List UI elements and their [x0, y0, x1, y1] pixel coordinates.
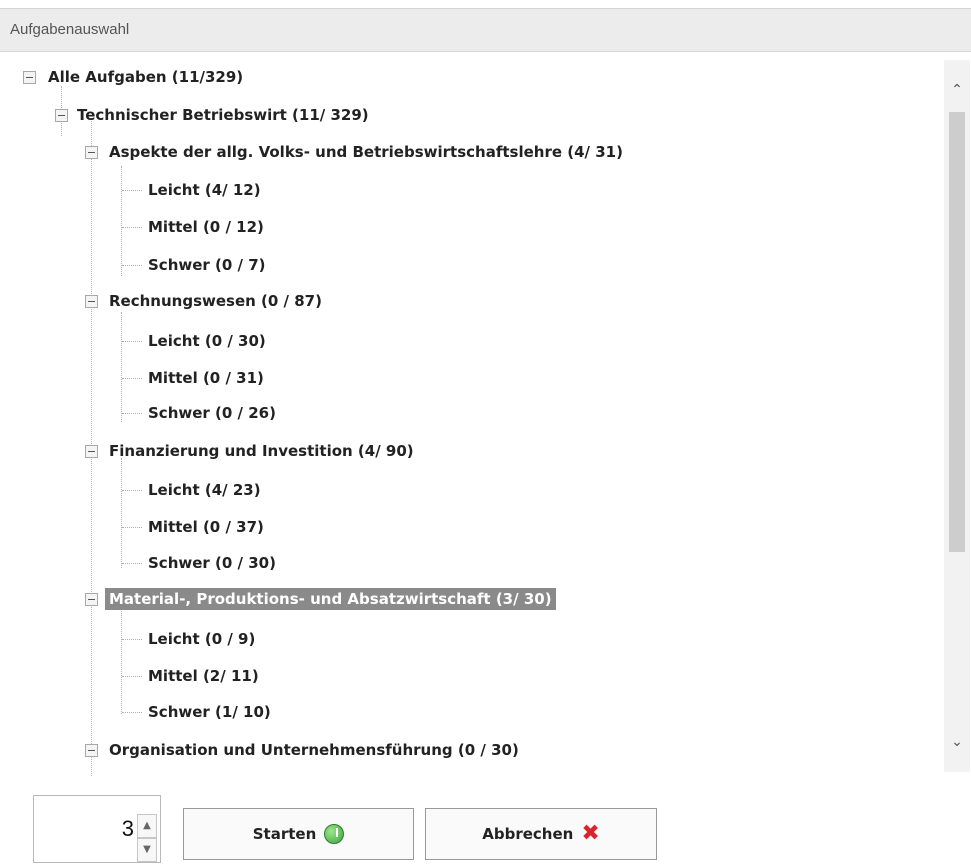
- tree-line: [122, 341, 142, 342]
- tree-node-label: Mittel (0 / 37): [148, 518, 264, 536]
- tree-line: [122, 676, 142, 677]
- tree-node-label: Organisation und Unternehmensführung (0 …: [109, 741, 519, 759]
- collapse-toggle-icon[interactable]: [85, 445, 98, 458]
- tree-node-label: Mittel (0 / 12): [148, 218, 264, 236]
- tree-node-label: Schwer (0 / 26): [148, 404, 276, 422]
- tree-node-label: Mittel (0 / 31): [148, 369, 264, 387]
- tree-line: [121, 166, 122, 276]
- task-tree[interactable]: Alle Aufgaben (11/329) Technischer Betri…: [0, 56, 940, 776]
- tree-node-category[interactable]: Organisation und Unternehmensführung (0 …: [105, 736, 523, 764]
- red-x-icon: ✖: [581, 821, 600, 846]
- collapse-toggle-icon[interactable]: [85, 593, 98, 606]
- window-titlebar: Aufgabenauswahl: [0, 8, 971, 52]
- chevron-up-icon[interactable]: ⌃: [944, 78, 970, 102]
- vertical-scrollbar[interactable]: ⌃ ⌄: [944, 60, 970, 772]
- scrollbar-thumb[interactable]: [949, 112, 965, 552]
- tree-node-label: Leicht (4/ 12): [148, 181, 261, 199]
- tree-line: [122, 712, 142, 713]
- tree-node-label: Technischer Betriebswirt (11/ 329): [77, 106, 369, 124]
- tree-node-label: Leicht (0 / 9): [148, 630, 256, 648]
- tree-node-label: Schwer (1/ 10): [148, 703, 271, 721]
- tree-node-label: Schwer (0 / 30): [148, 554, 276, 572]
- tree-line: [121, 312, 122, 422]
- collapse-toggle-icon[interactable]: [55, 109, 68, 122]
- footer-bar: 3 ▲ ▼ Starten Abbrechen ✖: [0, 778, 971, 865]
- tree-line: [121, 458, 122, 568]
- tree-node-difficulty[interactable]: Leicht (0 / 30): [144, 327, 270, 355]
- chevron-down-icon[interactable]: ⌄: [944, 730, 970, 754]
- tree-node-difficulty[interactable]: Schwer (0 / 7): [144, 251, 270, 279]
- stepper-down-icon[interactable]: ▼: [137, 838, 157, 862]
- tree-node-category[interactable]: Aspekte der allg. Volks- und Betriebswir…: [105, 138, 627, 166]
- stepper-up-icon[interactable]: ▲: [137, 814, 157, 838]
- cancel-button[interactable]: Abbrechen ✖: [425, 808, 657, 860]
- collapse-toggle-icon[interactable]: [85, 295, 98, 308]
- tree-node-label: Aspekte der allg. Volks- und Betriebswir…: [109, 143, 623, 161]
- tree-node-difficulty[interactable]: Mittel (2/ 11): [144, 662, 263, 690]
- count-value[interactable]: 3: [34, 796, 134, 860]
- tree-line: [122, 413, 142, 414]
- tree-node-label: Alle Aufgaben (11/329): [48, 68, 244, 86]
- tree-node-label: Schwer (0 / 7): [148, 256, 266, 274]
- collapse-toggle-icon[interactable]: [85, 744, 98, 757]
- collapse-toggle-icon[interactable]: [85, 146, 98, 159]
- tree-node-label: Finanzierung und Investition (4/ 90): [109, 442, 414, 460]
- tree-line: [122, 527, 142, 528]
- tree-node-category[interactable]: Finanzierung und Investition (4/ 90): [105, 437, 418, 465]
- tree-node-label: Leicht (0 / 30): [148, 332, 266, 350]
- tree-node-root[interactable]: Alle Aufgaben (11/329): [44, 63, 247, 91]
- tree-node-difficulty[interactable]: Schwer (0 / 30): [144, 549, 280, 577]
- green-go-icon: [324, 824, 345, 844]
- tree-node-difficulty[interactable]: Mittel (0 / 37): [144, 513, 268, 541]
- tree-line: [122, 190, 142, 191]
- tree-node-category-selected[interactable]: Material-, Produktions- und Absatzwirtsc…: [105, 585, 556, 613]
- tree-line: [122, 265, 142, 266]
- tree-node-difficulty[interactable]: Leicht (4/ 23): [144, 476, 265, 504]
- tree-node-difficulty[interactable]: Schwer (1/ 10): [144, 698, 275, 726]
- tree-line: [122, 227, 142, 228]
- window-title: Aufgabenauswahl: [10, 21, 130, 38]
- tree-node-label: Material-, Produktions- und Absatzwirtsc…: [105, 588, 556, 610]
- start-button[interactable]: Starten: [183, 808, 414, 860]
- tree-node-label: Leicht (4/ 23): [148, 481, 261, 499]
- tree-line: [122, 378, 142, 379]
- tree-line: [122, 639, 142, 640]
- tree-node-difficulty[interactable]: Leicht (4/ 12): [144, 176, 265, 204]
- tree-node-label: Mittel (2/ 11): [148, 667, 259, 685]
- tree-node-difficulty[interactable]: Mittel (0 / 12): [144, 213, 268, 241]
- tree-node-course[interactable]: Technischer Betriebswirt (11/ 329): [73, 101, 373, 129]
- cancel-button-label: Abbrechen: [482, 825, 574, 843]
- tree-node-difficulty[interactable]: Schwer (0 / 26): [144, 399, 280, 427]
- tree-line: [121, 604, 122, 714]
- tree-line: [122, 490, 142, 491]
- start-button-label: Starten: [252, 825, 317, 843]
- tree-line: [122, 563, 142, 564]
- tree-node-label: Rechnungswesen (0 / 87): [109, 292, 322, 310]
- tree-node-category[interactable]: Rechnungswesen (0 / 87): [105, 287, 326, 315]
- tree-node-difficulty[interactable]: Leicht (0 / 9): [144, 625, 259, 653]
- count-stepper[interactable]: 3 ▲ ▼: [33, 795, 161, 863]
- collapse-toggle-icon[interactable]: [23, 71, 36, 84]
- tree-node-difficulty[interactable]: Mittel (0 / 31): [144, 364, 268, 392]
